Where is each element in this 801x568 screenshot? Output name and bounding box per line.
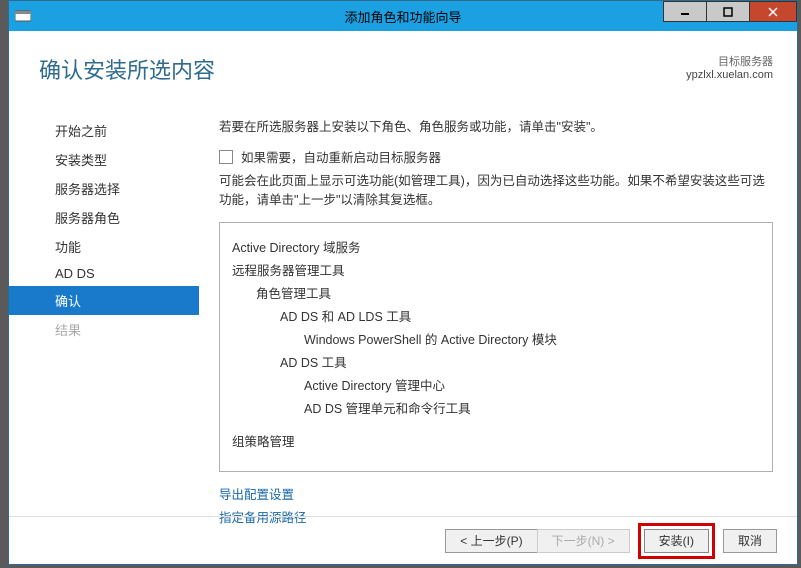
install-highlight: 安装(I) xyxy=(638,523,715,559)
sidebar-item-features[interactable]: 功能 xyxy=(9,232,199,261)
tree-item: 角色管理工具 xyxy=(256,283,760,302)
tree-item: 远程服务器管理工具 xyxy=(232,260,760,279)
content-area: 确认安装所选内容 目标服务器 ypzlxl.xuelan.com 开始之前 安装… xyxy=(9,31,797,564)
sidebar-item-install-type[interactable]: 安装类型 xyxy=(9,145,199,174)
close-button[interactable] xyxy=(749,1,797,22)
header-row: 确认安装所选内容 目标服务器 ypzlxl.xuelan.com xyxy=(9,31,797,85)
maximize-button[interactable] xyxy=(706,1,750,22)
app-icon xyxy=(9,1,37,31)
window-title: 添加角色和功能向导 xyxy=(344,7,461,26)
intro-text: 若要在所选服务器上安装以下角色、角色服务或功能，请单击"安装"。 xyxy=(219,116,773,135)
restart-checkbox-row[interactable]: 如果需要，自动重新启动目标服务器 xyxy=(219,147,773,166)
tree-item: AD DS 管理单元和命令行工具 xyxy=(304,398,760,417)
sidebar-item-before-you-begin[interactable]: 开始之前 xyxy=(9,116,199,145)
install-button[interactable]: 安装(I) xyxy=(644,529,709,553)
tree-item: Active Directory 域服务 xyxy=(232,237,760,256)
page-title: 确认安装所选内容 xyxy=(39,53,215,85)
body: 开始之前 安装类型 服务器选择 服务器角色 功能 AD DS 确认 结果 若要在… xyxy=(9,116,797,516)
main-panel: 若要在所选服务器上安装以下角色、角色服务或功能，请单击"安装"。 如果需要，自动… xyxy=(199,116,797,516)
minimize-button[interactable] xyxy=(663,1,707,22)
sidebar-item-server-roles[interactable]: 服务器角色 xyxy=(9,203,199,232)
destination-label: 目标服务器 xyxy=(686,53,773,69)
sidebar: 开始之前 安装类型 服务器选择 服务器角色 功能 AD DS 确认 结果 xyxy=(9,116,199,516)
wizard-window: 添加角色和功能向导 确认安装所选内容 目标服务器 ypzlxl.xuelan.c… xyxy=(8,0,798,565)
sidebar-item-results: 结果 xyxy=(9,315,199,344)
sidebar-item-confirmation[interactable]: 确认 xyxy=(9,286,199,315)
cancel-button[interactable]: 取消 xyxy=(723,529,777,553)
destination-value: ypzlxl.xuelan.com xyxy=(686,69,773,81)
tree-item: AD DS 工具 xyxy=(280,352,760,371)
sidebar-item-server-selection[interactable]: 服务器选择 xyxy=(9,174,199,203)
checkbox-label: 如果需要，自动重新启动目标服务器 xyxy=(241,147,441,166)
tree-item: Windows PowerShell 的 Active Directory 模块 xyxy=(304,329,760,348)
tree-item: 组策略管理 xyxy=(232,431,760,450)
next-button: 下一步(N) > xyxy=(537,529,630,553)
tree-item: Active Directory 管理中心 xyxy=(304,375,760,394)
note-text: 可能会在此页面上显示可选功能(如管理工具)，因为已自动选择这些功能。如果不希望安… xyxy=(219,172,773,210)
tree-item: AD DS 和 AD LDS 工具 xyxy=(280,306,760,325)
footer: < 上一步(P) 下一步(N) > 安装(I) 取消 xyxy=(9,516,797,564)
previous-button[interactable]: < 上一步(P) xyxy=(445,529,536,553)
nav-button-group: < 上一步(P) 下一步(N) > xyxy=(445,529,629,553)
destination-box: 目标服务器 ypzlxl.xuelan.com xyxy=(686,53,773,81)
window-controls xyxy=(664,1,797,22)
titlebar: 添加角色和功能向导 xyxy=(9,1,797,31)
checkbox-icon[interactable] xyxy=(219,150,233,164)
selection-tree: Active Directory 域服务 远程服务器管理工具 角色管理工具 AD… xyxy=(219,222,773,472)
export-config-link[interactable]: 导出配置设置 xyxy=(219,484,773,503)
sidebar-item-adds[interactable]: AD DS xyxy=(9,261,199,286)
